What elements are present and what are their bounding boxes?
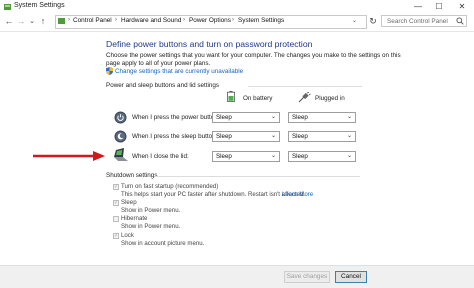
close-button[interactable]: ✕ xyxy=(452,0,472,13)
recent-locations-icon[interactable]: ⌄ xyxy=(27,16,37,27)
address-dropdown-icon[interactable]: ⌄ xyxy=(352,17,357,24)
maximize-button[interactable]: ☐ xyxy=(429,0,449,13)
hibernate-checkbox[interactable] xyxy=(113,216,119,222)
lock-checkbox[interactable]: ✓ xyxy=(113,233,119,239)
breadcrumb-power-options[interactable]: Power Options xyxy=(189,17,231,24)
select-value: Sleep xyxy=(292,153,308,160)
lock-option-label: Lock xyxy=(121,232,134,239)
section-divider xyxy=(155,176,360,177)
sleep-button-plugged-select[interactable]: Sleep ⌄ xyxy=(288,131,356,142)
column-plugged-in: Plugged in xyxy=(315,95,345,102)
back-icon[interactable]: ← xyxy=(4,16,14,27)
red-arrow-annotation xyxy=(33,151,105,161)
control-panel-small-icon xyxy=(58,18,65,24)
footer-bar xyxy=(0,265,474,288)
select-value: Sleep xyxy=(216,114,232,121)
power-section-title: Power and sleep buttons and lid settings xyxy=(106,82,220,89)
select-value: Sleep xyxy=(292,133,308,140)
refresh-icon[interactable]: ↻ xyxy=(368,16,378,27)
shutdown-section-title: Shutdown settings xyxy=(106,172,158,179)
hibernate-option-label: Hibernate xyxy=(121,215,148,222)
save-changes-button[interactable]: Save changes xyxy=(284,271,330,283)
chevron-down-icon: ⌄ xyxy=(270,133,276,139)
breadcrumb-separator: › xyxy=(68,17,70,23)
breadcrumb-hardware-and-sound[interactable]: Hardware and Sound xyxy=(121,17,181,24)
breadcrumb-separator: › xyxy=(183,17,185,23)
laptop-lid-icon xyxy=(114,148,128,161)
breadcrumb-separator: › xyxy=(115,17,117,23)
minimize-button[interactable]: — xyxy=(408,0,428,13)
forward-icon[interactable]: → xyxy=(16,16,26,27)
search-input[interactable]: Search Control Panel xyxy=(381,15,467,27)
title-bar xyxy=(0,0,474,13)
breadcrumb-separator: › xyxy=(232,17,234,23)
sleep-button-battery-select[interactable]: Sleep ⌄ xyxy=(212,131,280,142)
change-settings-link[interactable]: Change settings that are currently unava… xyxy=(115,68,243,75)
select-value: Sleep xyxy=(292,114,308,121)
close-lid-label: When I close the lid: xyxy=(132,153,189,160)
chevron-down-icon: ⌄ xyxy=(346,153,352,159)
close-lid-battery-select[interactable]: Sleep ⌄ xyxy=(212,151,280,162)
power-button-label: When I press the power button: xyxy=(132,114,220,121)
column-on-battery: On battery xyxy=(243,95,273,102)
select-value: Sleep xyxy=(216,133,232,140)
hibernate-option-description: Show in Power menu. xyxy=(121,223,181,230)
page-title: Define power buttons and turn on passwor… xyxy=(106,39,313,49)
breadcrumb-control-panel[interactable]: Control Panel xyxy=(73,17,112,24)
shield-icon xyxy=(106,67,113,75)
sleep-option-description: Show in Power menu. xyxy=(121,207,181,214)
section-divider xyxy=(248,86,362,87)
page-description: Choose the power settings that you want … xyxy=(106,52,401,67)
search-icon[interactable] xyxy=(456,17,464,25)
chevron-down-icon: ⌄ xyxy=(346,114,352,120)
control-panel-icon xyxy=(4,4,11,10)
select-value: Sleep xyxy=(216,153,232,160)
battery-icon xyxy=(227,91,235,102)
power-button-battery-select[interactable]: Sleep ⌄ xyxy=(212,112,280,123)
chevron-down-icon: ⌄ xyxy=(346,133,352,139)
up-icon[interactable]: ↑ xyxy=(38,16,48,27)
sleep-option-label: Sleep xyxy=(121,199,137,206)
sleep-button-icon xyxy=(114,130,127,143)
fast-startup-checkbox[interactable]: ✓ xyxy=(113,184,119,190)
lock-option-description: Show in account picture menu. xyxy=(121,240,205,247)
sleep-button-label: When I press the sleep button: xyxy=(132,133,218,140)
fast-startup-label: Turn on fast startup (recommended) xyxy=(121,183,219,190)
chevron-down-icon: ⌄ xyxy=(270,114,276,120)
cancel-button[interactable]: Cancel xyxy=(335,271,367,283)
close-lid-plugged-select[interactable]: Sleep ⌄ xyxy=(288,151,356,162)
fast-startup-description: This helps start your PC faster after sh… xyxy=(121,191,305,198)
plug-icon xyxy=(298,92,311,103)
chevron-down-icon: ⌄ xyxy=(270,153,276,159)
power-button-icon xyxy=(114,111,127,124)
sleep-checkbox[interactable]: ✓ xyxy=(113,200,119,206)
learn-more-link[interactable]: Learn More xyxy=(282,191,313,198)
breadcrumb-system-settings[interactable]: System Settings xyxy=(238,17,284,24)
window-title: System Settings xyxy=(14,2,65,9)
power-button-plugged-select[interactable]: Sleep ⌄ xyxy=(288,112,356,123)
